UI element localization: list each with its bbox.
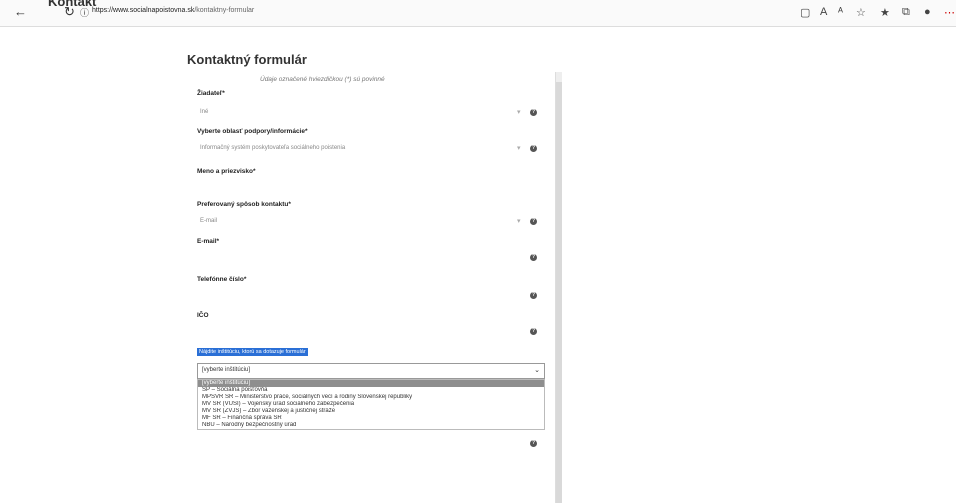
institution-helper-text: Nájdite inštitúciu, ktorú sa dotazuje fo… (197, 348, 308, 356)
collections-icon[interactable]: ⧉ (902, 6, 910, 19)
dropdown-option[interactable]: MV SR (VÚSI) – Vojenský úrad sociálneho … (198, 401, 544, 408)
oblast-label: Vyberte oblasť podpory/informácie* (197, 128, 308, 135)
profile-icon[interactable]: ● (924, 6, 931, 18)
help-icon[interactable]: ? (530, 440, 537, 447)
url-path: /kontaktny-formular (194, 7, 255, 14)
dropdown-option[interactable]: SP – Sociálna poisťovňa (198, 387, 544, 394)
email-label: E-mail* (197, 238, 220, 245)
help-icon[interactable]: ? (530, 254, 537, 261)
sposob-select[interactable]: E-mail (200, 218, 217, 224)
ico-label: IČO (197, 312, 209, 319)
help-icon[interactable]: ? (530, 145, 537, 152)
chevron-down-icon[interactable]: ▾ (517, 108, 521, 116)
dropdown-option[interactable]: MF SR – Finančná správa SR (198, 415, 544, 422)
read-aloud-icon[interactable]: ▢ (800, 6, 810, 19)
arrow-left-icon[interactable]: ← (14, 4, 27, 19)
help-icon[interactable]: ? (530, 109, 537, 116)
dropdown-option[interactable]: [vyberte inštitúciu] (198, 380, 544, 387)
institution-dropdown: [vyberte inštitúciu] SP – Sociálna poisť… (197, 379, 545, 430)
dropdown-option[interactable]: NBÚ – Národný bezpečnostný úrad (198, 422, 544, 429)
ziadatel-label: Žiadateľ* (197, 90, 225, 97)
chevron-down-icon[interactable]: ▾ (517, 217, 521, 225)
more-icon[interactable]: ⋯ (944, 6, 955, 19)
page-heading-fragment: Kontakt (48, 0, 97, 9)
font-size-icon[interactable]: ᴬ (838, 6, 843, 18)
favorites-bar-icon[interactable]: ★ (880, 6, 890, 19)
help-icon[interactable]: ? (530, 218, 537, 225)
dropdown-option[interactable]: MPSVR SR – Ministerstvo práce, sociálnyc… (198, 394, 544, 401)
institution-select[interactable]: [vyberte inštitúciu] ⌄ (197, 363, 545, 379)
ziadatel-select[interactable]: Iné (200, 109, 208, 115)
browser-toolbar: ← ↻ ⓘ https://www.socialnapoistovna.sk/k… (0, 0, 956, 27)
meno-label: Meno a priezvisko* (197, 168, 256, 175)
institution-selected-value: [vyberte inštitúciu] (202, 367, 251, 373)
help-icon[interactable]: ? (530, 292, 537, 299)
help-icon[interactable]: ? (530, 328, 537, 335)
favorite-icon[interactable]: ☆ (856, 6, 866, 19)
dropdown-option[interactable]: MV SR (ZVJS) – Zbor väzenskej a justične… (198, 408, 544, 415)
oblast-select[interactable]: Informačný systém poskytovateľa sociálne… (200, 145, 345, 151)
page-title: Kontaktný formulár (187, 52, 307, 67)
translate-icon[interactable]: A (820, 6, 827, 18)
telefon-label: Telefónne číslo* (197, 276, 247, 283)
chevron-down-icon[interactable]: ▾ (517, 144, 521, 152)
sposob-label: Preferovaný spôsob kontaktu* (197, 201, 291, 208)
scrollbar-thumb[interactable] (556, 82, 562, 503)
address-bar[interactable]: https://www.socialnapoistovna.sk/kontakt… (92, 7, 254, 14)
url-host: https://www.socialnapoistovna.sk (92, 7, 195, 14)
scrollbar[interactable] (555, 72, 562, 503)
chevron-down-icon[interactable]: ⌄ (534, 366, 540, 374)
required-hint: Údaje označené hviezdičkou (*) sú povinn… (260, 76, 385, 83)
